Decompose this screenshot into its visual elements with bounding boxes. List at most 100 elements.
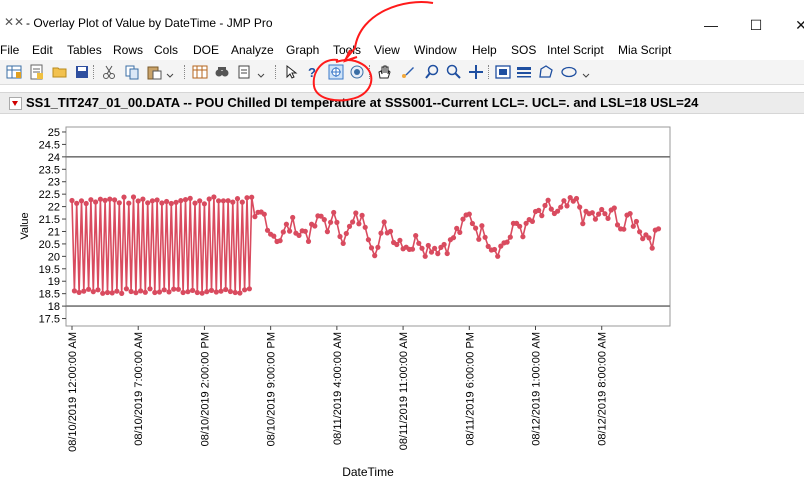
data-point[interactable] [602,211,608,217]
data-point[interactable] [324,229,330,235]
data-point[interactable] [621,226,627,232]
data-point[interactable] [81,288,87,294]
data-point[interactable] [561,198,567,204]
data-point[interactable] [97,196,103,202]
data-point[interactable] [171,286,177,292]
data-point[interactable] [147,286,153,292]
data-point[interactable] [252,214,258,220]
data-point[interactable] [142,289,148,295]
data-point[interactable] [140,196,146,202]
data-point[interactable] [517,223,523,229]
data-point[interactable] [539,213,545,219]
data-point[interactable] [589,210,595,216]
data-point[interactable] [479,223,485,229]
data-point[interactable] [135,198,141,204]
data-point[interactable] [220,198,226,204]
data-point[interactable] [208,287,215,293]
data-point[interactable] [287,228,293,234]
data-point[interactable] [213,289,219,295]
data-point[interactable] [378,230,384,236]
data-point[interactable] [100,290,106,296]
data-point[interactable] [280,229,286,235]
data-point[interactable] [242,287,248,293]
data-point[interactable] [482,234,488,240]
data-point[interactable] [261,211,267,217]
data-point[interactable] [296,232,302,238]
data-point[interactable] [204,289,210,295]
data-point[interactable] [156,289,163,295]
data-point[interactable] [201,201,207,207]
data-point[interactable] [413,233,419,239]
data-point[interactable] [223,286,229,293]
data-point[interactable] [88,197,94,203]
data-point[interactable] [154,197,160,203]
data-point[interactable] [473,225,479,231]
data-point[interactable] [331,209,337,216]
data-point[interactable] [90,289,96,295]
data-point[interactable] [491,246,498,253]
data-point[interactable] [359,212,365,218]
data-point[interactable] [630,223,636,229]
data-point[interactable] [227,288,233,295]
data-point[interactable] [225,198,231,204]
data-point[interactable] [592,216,599,222]
data-point[interactable] [637,229,643,235]
data-point[interactable] [545,197,551,203]
data-point[interactable] [548,206,554,212]
data-point[interactable] [419,245,425,251]
data-point[interactable] [596,211,602,217]
data-point[interactable] [234,196,241,202]
data-point[interactable] [394,241,400,248]
data-point[interactable] [655,226,662,232]
data-point[interactable] [168,200,174,207]
data-point[interactable] [450,235,457,241]
data-point[interactable] [536,207,542,213]
data-point[interactable] [145,200,151,206]
data-point[interactable] [185,289,191,295]
data-point[interactable] [71,288,77,294]
data-point[interactable] [152,289,158,296]
data-point[interactable] [119,290,125,296]
data-point[interactable] [337,233,343,240]
data-point[interactable] [627,211,633,217]
data-point[interactable] [114,288,120,294]
data-point[interactable] [187,195,193,201]
data-point[interactable] [128,288,134,295]
data-point[interactable] [599,206,605,213]
data-point[interactable] [159,200,165,206]
data-point[interactable] [173,199,179,205]
data-point[interactable] [432,245,438,251]
data-point[interactable] [353,210,359,216]
data-point[interactable] [133,290,139,296]
data-point[interactable] [271,233,277,239]
data-point[interactable] [161,287,167,293]
data-point[interactable] [558,204,564,210]
data-point[interactable] [542,202,548,209]
data-point[interactable] [504,239,510,245]
data-point[interactable] [649,245,655,251]
data-point[interactable] [246,286,252,292]
data-point[interactable] [365,237,371,243]
data-point[interactable] [441,241,447,248]
data-point[interactable] [564,203,570,209]
data-point[interactable] [197,198,203,204]
data-point[interactable] [190,287,196,293]
data-point[interactable] [192,200,198,206]
data-point[interactable] [283,221,289,227]
data-point[interactable] [397,237,403,243]
data-point[interactable] [218,288,224,294]
data-point[interactable] [362,224,368,230]
data-point[interactable] [211,194,217,200]
data-point[interactable] [74,200,80,206]
data-point[interactable] [520,234,526,240]
data-point[interactable] [444,250,450,257]
data-point[interactable] [334,219,340,225]
data-point[interactable] [529,218,536,224]
data-point[interactable] [104,289,111,296]
data-point[interactable] [368,245,375,251]
data-point[interactable] [86,286,92,292]
data-point[interactable] [206,196,212,202]
data-point[interactable] [107,196,113,202]
data-point[interactable] [469,220,475,227]
data-point[interactable] [290,214,296,221]
